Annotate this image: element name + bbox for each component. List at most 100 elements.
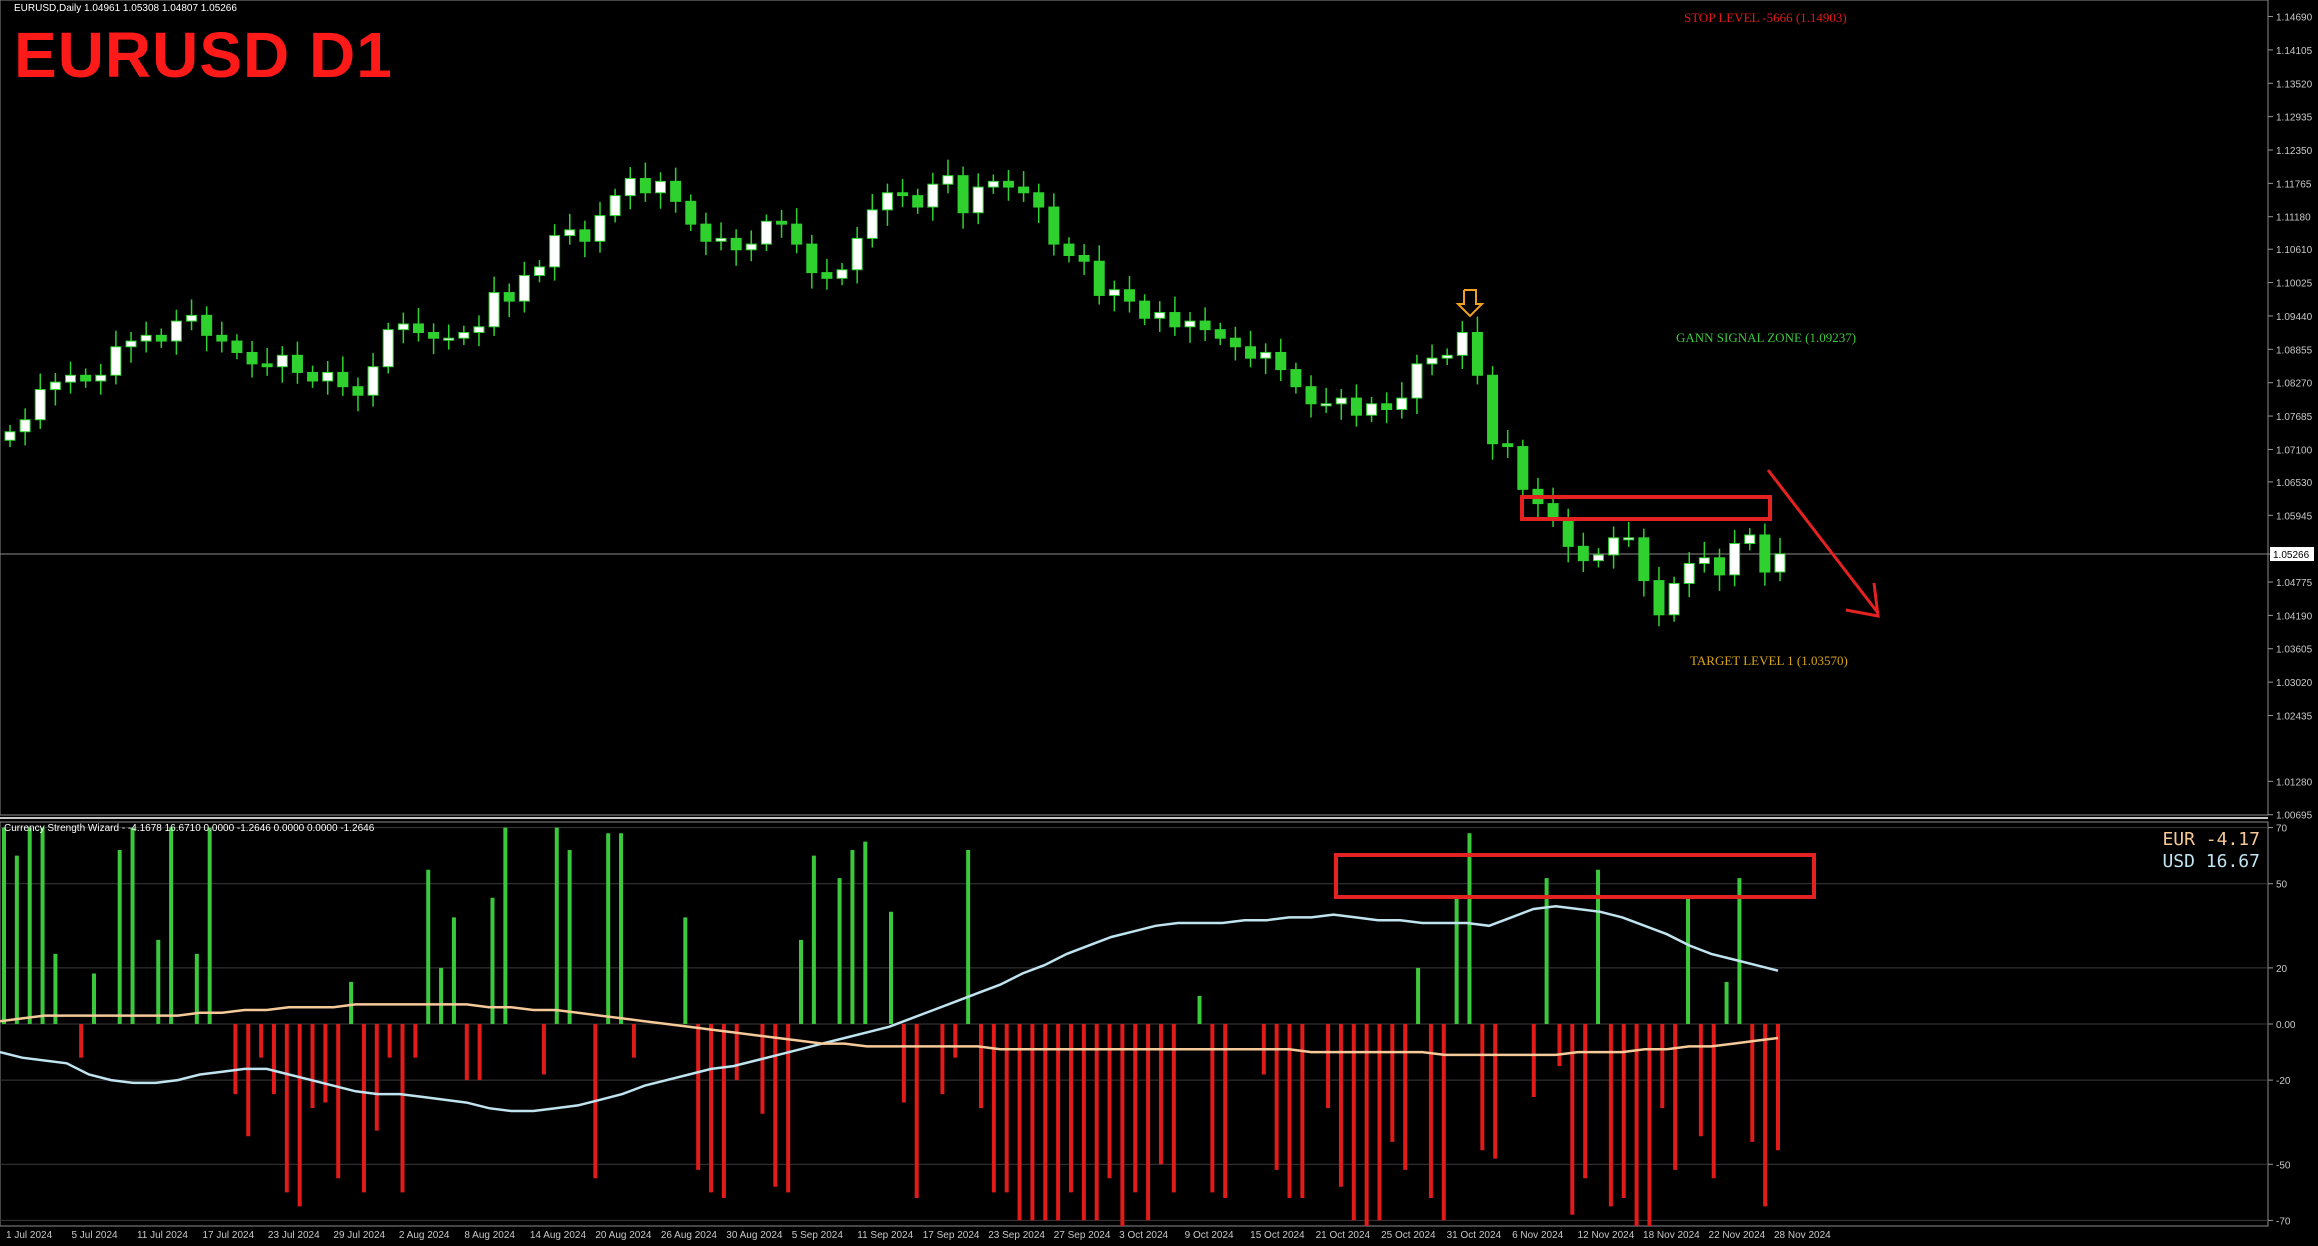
candle-body xyxy=(1713,557,1725,576)
date-label: 8 Aug 2024 xyxy=(464,1230,515,1241)
date-label: 5 Sep 2024 xyxy=(792,1230,844,1241)
price-tick-label: 1.04775 xyxy=(2276,578,2313,589)
signal-down-arrow xyxy=(1455,289,1485,318)
candle-body xyxy=(19,419,31,433)
candle-body xyxy=(1487,374,1499,445)
candle-body xyxy=(1441,354,1453,359)
price-tick-label: 1.02435 xyxy=(2276,711,2313,722)
candle-body xyxy=(1018,186,1030,194)
candle-body xyxy=(1396,397,1408,410)
candle-body xyxy=(1608,537,1620,556)
candle-body xyxy=(776,220,788,225)
date-label: 11 Jul 2024 xyxy=(137,1230,188,1241)
candle-body xyxy=(352,386,364,396)
candle-body xyxy=(836,269,848,279)
candle-body xyxy=(34,389,46,421)
candle-body xyxy=(927,183,939,208)
candle-body xyxy=(1502,443,1514,448)
candle-body xyxy=(745,243,757,251)
candle-body xyxy=(125,340,137,348)
price-pane-frame xyxy=(0,0,2269,816)
resistance-box xyxy=(1520,495,1772,521)
candle-body xyxy=(957,175,969,214)
price-tick-label: 1.01280 xyxy=(2276,777,2313,788)
candle-body xyxy=(397,323,409,331)
candle-body xyxy=(1698,557,1710,564)
candle-body xyxy=(1668,582,1680,616)
candle-body xyxy=(1305,386,1317,405)
candle-body xyxy=(428,332,440,339)
date-label: 26 Aug 2024 xyxy=(661,1230,718,1241)
candle-body xyxy=(170,320,182,342)
candle-body xyxy=(594,215,606,242)
chart-canvas[interactable]: 1.14690 1.14105 1.13520 1.12935 1.12350 1.117… xyxy=(0,0,2318,1246)
candle-body xyxy=(65,374,77,383)
date-label: 21 Oct 2024 xyxy=(1316,1230,1371,1241)
price-tick-label: 1.12935 xyxy=(2276,113,2313,124)
current-price-label: 1.05266 xyxy=(2273,550,2310,561)
candle-body xyxy=(216,334,228,342)
candle-body xyxy=(1093,260,1105,296)
price-tick-label: 1.14690 xyxy=(2276,13,2313,24)
date-label: 20 Aug 2024 xyxy=(595,1230,652,1241)
candle-body xyxy=(564,229,576,237)
candle-body xyxy=(1078,255,1090,262)
legend-usd: USD 16.67 xyxy=(2162,851,2260,872)
sell-arrow-head xyxy=(1845,582,1880,618)
candle-body xyxy=(685,200,697,225)
candle-body xyxy=(1592,554,1604,562)
legend-eur: EUR -4.17 xyxy=(2162,829,2260,850)
candle-body xyxy=(80,374,92,382)
date-label: 22 Nov 2024 xyxy=(1709,1230,1766,1241)
candle-body xyxy=(488,292,500,328)
candle-body xyxy=(639,178,651,194)
candle-body xyxy=(95,374,107,382)
candle-body xyxy=(4,431,16,441)
price-tick-label: 1.03605 xyxy=(2276,645,2313,656)
candle-body xyxy=(670,180,682,202)
candle-body xyxy=(897,192,909,197)
candle-body xyxy=(473,326,485,334)
candle-body xyxy=(1456,332,1468,356)
candle-body xyxy=(851,237,863,271)
date-label: 11 Sep 2024 xyxy=(857,1230,913,1241)
candle-body xyxy=(1729,543,1741,576)
date-label: 30 Aug 2024 xyxy=(726,1230,783,1241)
date-label: 27 Sep 2024 xyxy=(1054,1230,1111,1241)
date-label: 1 Jul 2024 xyxy=(6,1230,53,1241)
price-tick-label: 1.11765 xyxy=(2276,179,2312,190)
date-label: 5 Jul 2024 xyxy=(71,1230,118,1241)
candle-body xyxy=(1366,403,1378,416)
candle-body xyxy=(140,334,152,342)
sell-arrow-shaft xyxy=(1766,469,1880,614)
candle-body xyxy=(549,235,561,268)
price-tick-label: 1.06530 xyxy=(2276,478,2313,489)
candle-body xyxy=(1638,537,1650,582)
date-label: 15 Oct 2024 xyxy=(1250,1230,1305,1241)
indicator-tick-label: 20 xyxy=(2276,964,2288,975)
candle-body xyxy=(1623,537,1635,541)
candle-body xyxy=(866,209,878,239)
candle-body xyxy=(276,354,288,368)
price-tick-label: 1.13520 xyxy=(2276,79,2313,90)
indicator-tick-label: -50 xyxy=(2276,1160,2291,1171)
candle-body xyxy=(715,237,727,242)
date-label: 17 Jul 2024 xyxy=(202,1230,254,1241)
candle-body xyxy=(49,381,61,391)
candle-body xyxy=(987,180,999,188)
candle-body xyxy=(1048,206,1060,245)
candle-body xyxy=(972,186,984,214)
candle-body xyxy=(624,178,636,197)
price-tick-label: 1.03020 xyxy=(2276,678,2313,689)
price-tick-label: 1.05945 xyxy=(2276,511,2313,522)
candle-body xyxy=(443,337,455,341)
candle-body xyxy=(261,363,273,368)
price-tick-label: 1.12350 xyxy=(2276,146,2313,157)
candle-body xyxy=(291,354,303,373)
date-label: 3 Oct 2024 xyxy=(1119,1230,1168,1241)
stop-level-annotation: STOP LEVEL -5666 (1.14903) xyxy=(1684,10,1847,25)
target-level-annotation: TARGET LEVEL 1 (1.03570) xyxy=(1690,653,1848,668)
candle-body xyxy=(1744,534,1756,545)
candle-body xyxy=(1683,562,1695,584)
date-label: 14 Aug 2024 xyxy=(530,1230,587,1241)
